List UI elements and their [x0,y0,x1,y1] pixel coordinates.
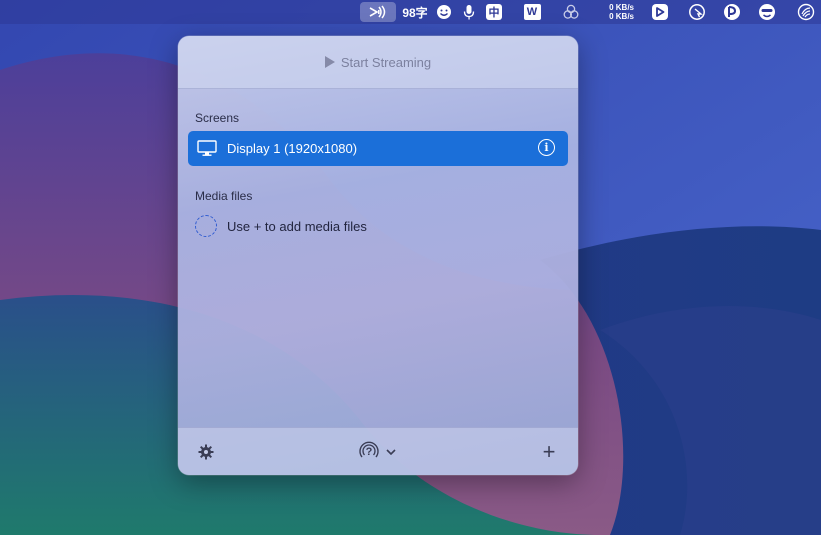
wps-label: W [523,4,541,20]
microphone-icon[interactable] [460,0,478,24]
play-icon [324,56,335,68]
ime-label: 中 [486,4,502,20]
character-icon[interactable] [756,0,778,24]
network-upload: 0 KB/s [609,3,634,12]
creative-cloud-icon[interactable] [561,0,581,24]
info-icon[interactable]: i [538,139,555,156]
desktop: 98字 中 W 0 KB/s 0 KB/s Start Streaming Sc… [0,0,821,535]
screens-section-title: Screens [195,111,240,125]
gear-icon[interactable] [196,440,216,464]
start-streaming-button[interactable]: Start Streaming [178,36,578,89]
airplay-streaming-icon[interactable] [360,2,396,22]
popover-footer: ? + [178,427,578,475]
media-hint: Use + to add media files [227,218,367,234]
airplay-help-icon: ? [358,441,380,463]
vpn-icon[interactable] [721,0,743,24]
help-glyph: ? [365,446,373,458]
chevron-down-icon [386,449,396,455]
menu-bar: 98字 中 W 0 KB/s 0 KB/s [0,0,821,24]
streaming-popover: Start Streaming Screens Display 1 (1920x… [178,36,578,475]
speed-icon[interactable] [795,0,817,24]
media-section-title: Media files [195,189,253,203]
add-media-button[interactable]: + [539,439,559,464]
word-count-indicator[interactable]: 98字 [400,0,430,24]
wps-icon[interactable]: W [521,0,543,24]
monitor-icon [197,140,217,157]
network-monitor-icon[interactable]: 0 KB/s 0 KB/s [596,0,634,24]
dashed-circle-icon [195,215,217,237]
ime-icon[interactable]: 中 [485,0,503,24]
screen-item-display-1[interactable]: Display 1 (1920x1080) i [188,131,568,166]
emoji-icon[interactable] [434,0,454,24]
screen-recorder-icon[interactable] [649,0,671,24]
media-empty-state: Use + to add media files [195,215,367,237]
display-label: Display 1 (1920x1080) [227,141,358,156]
airplay-help-menu[interactable]: ? [354,440,400,464]
network-download: 0 KB/s [609,12,634,21]
start-streaming-label: Start Streaming [340,54,432,70]
cursor-icon[interactable] [686,0,708,24]
